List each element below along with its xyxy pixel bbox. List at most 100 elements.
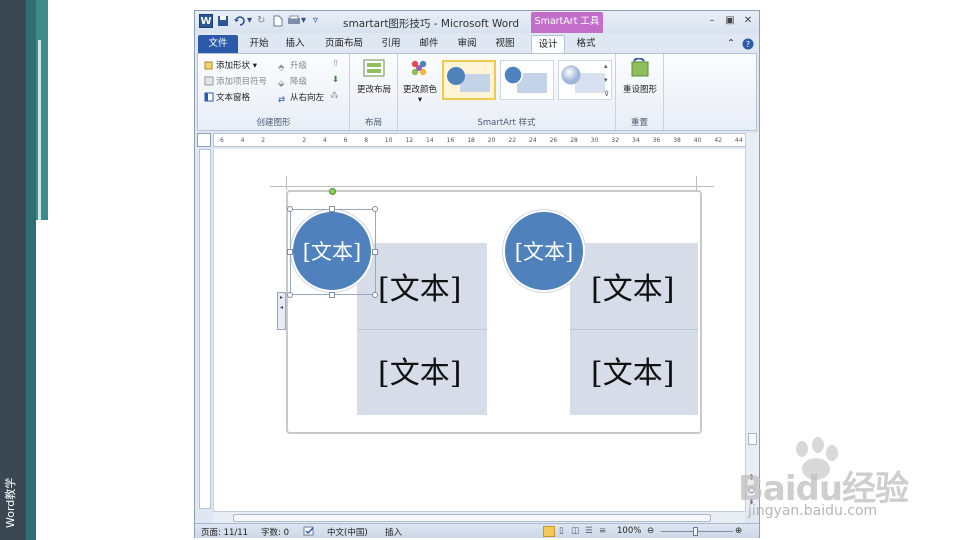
dropdown-arrow-icon[interactable]: ▾ (301, 15, 306, 28)
resize-handle[interactable] (287, 206, 293, 212)
slide-accent (38, 40, 41, 220)
change-colors-label: 更改颜色 (402, 85, 437, 95)
add-bullet-button[interactable]: 添加项目符号 (204, 75, 267, 87)
move-up-icon[interactable]: ⇧ (332, 59, 339, 69)
add-shape-icon (204, 60, 214, 70)
change-layout-button[interactable]: 更改布局 (352, 58, 396, 95)
selection-box (290, 209, 376, 295)
style-thumbnail-2[interactable] (500, 60, 554, 100)
ruler-tick-label: 14 (426, 137, 434, 144)
tab-page-layout[interactable]: 页面布局 (319, 35, 369, 53)
customize-toolbar-icon[interactable]: ▿ (313, 15, 318, 28)
zoom-level[interactable]: 100% (617, 526, 641, 536)
tab-file[interactable]: 文件 (198, 35, 238, 53)
outline-view-icon[interactable]: ☰ (585, 526, 593, 536)
language-indicator[interactable]: 中文(中国) (327, 526, 368, 538)
help-icon[interactable]: ? (741, 35, 755, 53)
word-count[interactable]: 字数: 0 (261, 526, 289, 538)
resize-handle[interactable] (372, 292, 378, 298)
group-label: SmartArt 样式 (477, 118, 536, 128)
add-bullet-label: 添加项目符号 (216, 77, 268, 87)
tab-view[interactable]: 视图 (489, 35, 521, 53)
proofing-icon[interactable] (303, 526, 315, 540)
tab-mailings[interactable]: 邮件 (413, 35, 445, 53)
right-to-left-button[interactable]: ⇄ 从右向左 (278, 91, 324, 105)
promote-button[interactable]: ⬘ 升级 (278, 59, 307, 73)
new-document-icon[interactable] (273, 15, 283, 28)
undo-icon[interactable] (233, 15, 247, 28)
scroll-thumb[interactable] (233, 514, 711, 522)
resize-handle[interactable] (372, 249, 378, 255)
ruler-tick-label: 36 (652, 137, 661, 144)
tab-home[interactable]: 开始 (243, 35, 275, 53)
screen: Word教学 W ▾ ↻ ▾ ▿ smartart图形技巧 - Microsof… (0, 0, 960, 540)
right-to-left-label: 从右向左 (290, 93, 325, 103)
page-count[interactable]: 页面: 11/11 (201, 526, 248, 538)
gallery-up-icon[interactable]: ▴ (604, 62, 608, 70)
add-shape-button[interactable]: 添加形状 ▾ (204, 59, 257, 71)
gallery-down-icon[interactable]: ▾ (604, 76, 608, 84)
change-layout-label: 更改布局 (356, 85, 391, 95)
print-preview-icon[interactable] (287, 15, 301, 28)
style-thumbnail-1[interactable] (442, 60, 496, 100)
ruler-tick-label: 30 (590, 137, 599, 144)
vertical-ruler[interactable] (199, 149, 211, 509)
redo-icon[interactable]: ↻ (257, 15, 265, 28)
ruler-tick-label: 24 (529, 137, 537, 144)
group-label: 重置 (630, 118, 648, 128)
resize-handle[interactable] (287, 249, 293, 255)
zoom-in-icon[interactable]: ⊕ (735, 526, 742, 536)
smartart-text-left-bottom[interactable]: [文本] (378, 348, 461, 392)
reset-graphic-button[interactable]: 重设图形 (618, 57, 662, 95)
margin-guide (696, 176, 697, 190)
resize-handle[interactable] (287, 292, 293, 298)
slide-strip (0, 0, 26, 540)
resize-handle[interactable] (329, 292, 335, 298)
smartart-text-right-bottom[interactable]: [文本] (591, 348, 674, 392)
web-layout-icon[interactable]: ◫ (571, 526, 579, 536)
close-icon[interactable]: ✕ (741, 15, 755, 27)
smartart-text-right-top[interactable]: [文本] (591, 264, 674, 308)
move-down-icon[interactable]: ⬇ (332, 75, 339, 85)
add-bullet-icon (204, 76, 214, 86)
group-layouts: 更改布局 布局 (350, 54, 398, 130)
layout-options-icon[interactable]: ⁂ (330, 91, 339, 101)
tab-review[interactable]: 审阅 (451, 35, 483, 53)
text-pane-toggle[interactable]: ▸ ◂ (277, 292, 286, 330)
zoom-out-icon[interactable]: ⊖ (647, 526, 654, 536)
minimize-ribbon-icon[interactable]: ⌃ (725, 35, 737, 53)
resize-handle[interactable] (329, 206, 335, 212)
word-app-icon[interactable]: W (199, 14, 213, 28)
demote-button[interactable]: ⬙ 降级 (278, 75, 307, 89)
minimize-icon[interactable]: – (705, 15, 719, 27)
gallery-more-icon[interactable]: ⊽ (604, 90, 609, 98)
print-layout-icon[interactable] (543, 526, 555, 537)
tab-selector[interactable] (197, 133, 211, 147)
dropdown-arrow-icon[interactable]: ▾ (247, 15, 252, 28)
smartart-text-left-top[interactable]: [文本] (378, 264, 461, 308)
save-icon[interactable] (217, 15, 229, 28)
text-pane-button[interactable]: 文本窗格 (204, 91, 250, 103)
demote-icon: ⬙ (278, 79, 285, 89)
horizontal-scrollbar[interactable] (213, 511, 745, 523)
tab-insert[interactable]: 插入 (279, 35, 311, 53)
rotate-handle[interactable] (329, 188, 336, 195)
resize-handle[interactable] (372, 206, 378, 212)
smartart-tools-tab[interactable]: SmartArt 工具 (531, 12, 603, 33)
horizontal-ruler[interactable]: 6 4 2 2 4 6 8 10 12 14 16 18 20 22 24 26 28 30 32 34 36 38 40 4… (213, 133, 747, 147)
maximize-icon[interactable]: ▣ (723, 15, 737, 27)
title-bar: W ▾ ↻ ▾ ▿ smartart图形技巧 - Microsoft Word … (195, 11, 759, 33)
zoom-slider-thumb[interactable] (693, 527, 698, 536)
tab-references[interactable]: 引用 (375, 35, 407, 53)
full-screen-reading-icon[interactable]: ▯ (559, 526, 564, 536)
tab-format[interactable]: 格式 (569, 35, 603, 53)
smartart-circle-right[interactable]: [文本] (503, 210, 585, 292)
tab-design[interactable]: 设计 (531, 35, 565, 53)
text-pane-icon (204, 92, 214, 102)
change-colors-button[interactable]: 更改颜色 ▾ (400, 58, 440, 105)
ruler-tick-label: 26 (549, 137, 558, 144)
draft-view-icon[interactable]: ≡ (599, 526, 606, 536)
insert-mode[interactable]: 插入 (385, 526, 402, 538)
swap-arrows-icon: ⇄ (278, 95, 286, 105)
box-divider (570, 329, 698, 330)
